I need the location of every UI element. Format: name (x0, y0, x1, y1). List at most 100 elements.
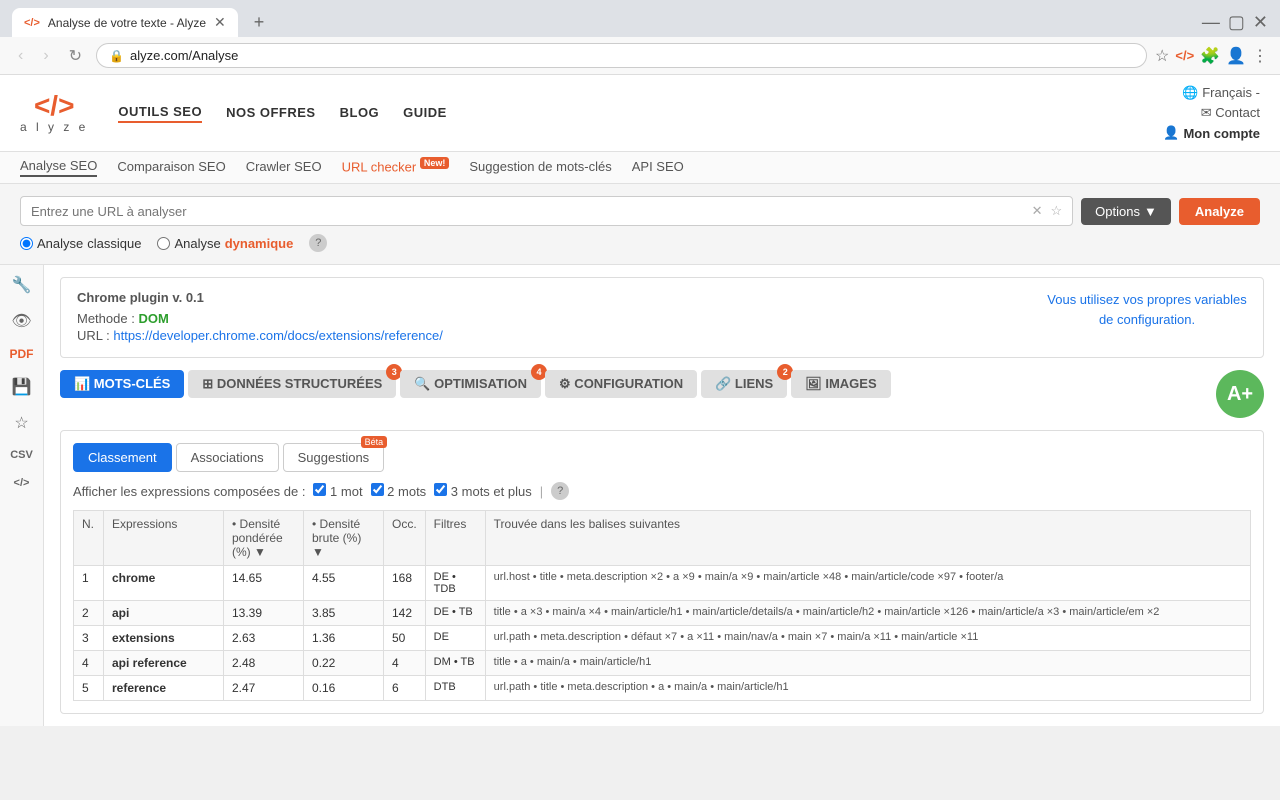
main-navigation: OUTILS SEO NOS OFFRES BLOG GUIDE (118, 104, 446, 123)
checkbox-2-mots[interactable] (371, 483, 384, 496)
bookmark-icon[interactable]: ☆ (1051, 203, 1063, 219)
back-button[interactable]: ‹ (12, 45, 29, 67)
tab-suggestions[interactable]: Suggestions Béta (283, 443, 385, 472)
cell-balises: url.path • title • meta.description • a … (485, 676, 1250, 701)
inner-panel: Classement Associations Suggestions Béta… (60, 430, 1264, 714)
csv-icon[interactable]: CSV (10, 449, 33, 461)
radio-classique-label1: Analyse (37, 236, 83, 251)
help-icon[interactable]: ? (309, 234, 327, 252)
main-tabs-section: 📊 MOTS-CLÉS ⊞ DONNÉES STRUCTURÉES 3 🔍 OP… (60, 370, 1264, 418)
tab-optimisation[interactable]: 🔍 OPTIMISATION 4 (400, 370, 541, 398)
col-header-density-brute[interactable]: • Densité brute (%) ▼ (304, 511, 384, 566)
tab-donnees-structurees[interactable]: ⊞ DONNÉES STRUCTURÉES 3 (188, 370, 396, 398)
save-icon[interactable]: 💾 (12, 377, 32, 397)
cell-expr: reference (104, 676, 224, 701)
maximize-button[interactable]: ▢ (1228, 12, 1245, 33)
gear-icon: ⚙ (559, 376, 571, 391)
forward-button[interactable]: › (37, 45, 54, 67)
nav-item-outils-seo[interactable]: OUTILS SEO (118, 104, 202, 123)
window-controls: — ▢ ✕ (1202, 12, 1268, 33)
logo-text: a l y z e (20, 120, 88, 134)
tab-mots-cles[interactable]: 📊 MOTS-CLÉS (60, 370, 184, 398)
plugin-side-text[interactable]: Vous utilisez vos propres variables de c… (1047, 290, 1247, 345)
col-header-expressions: Expressions (104, 511, 224, 566)
radio-dynamique[interactable]: Analyse dynamique (157, 236, 293, 251)
search-section: ✕ ☆ Options ▼ Analyze Analyse classique … (0, 184, 1280, 265)
analyze-button[interactable]: Analyze (1179, 198, 1260, 225)
code-icon[interactable]: </> (1175, 48, 1194, 63)
cell-filtres: DE • TDB (425, 566, 485, 601)
filter-2-mots[interactable]: 2 mots (371, 483, 427, 499)
browser-toolbar: ‹ › ↻ 🔒 alyze.com/Analyse ☆ </> 🧩 👤 ⋮ (0, 37, 1280, 75)
filter-help-icon[interactable]: ? (551, 482, 569, 500)
cell-density-pond: 2.47 (224, 676, 304, 701)
radio-classique-input[interactable] (20, 237, 33, 250)
nav-item-nos-offres[interactable]: NOS OFFRES (226, 105, 316, 122)
top-navigation: </> a l y z e OUTILS SEO NOS OFFRES BLOG… (0, 75, 1280, 152)
account-link[interactable]: 👤 Mon compte (1163, 125, 1260, 141)
checkbox-1-mot[interactable] (313, 483, 326, 496)
radio-dynamique-label2: dynamique (225, 236, 294, 251)
reload-button[interactable]: ↻ (63, 44, 88, 68)
cell-expr: api reference (104, 651, 224, 676)
minimize-button[interactable]: — (1202, 12, 1220, 33)
cell-filtres: DTB (425, 676, 485, 701)
code-icon[interactable]: </> (14, 477, 30, 489)
contact-link[interactable]: ✉ Contact (1201, 105, 1260, 121)
subnav-url-checker[interactable]: URL checker New! (342, 158, 450, 176)
address-bar[interactable]: 🔒 alyze.com/Analyse (96, 43, 1147, 68)
search-input-wrap[interactable]: ✕ ☆ (20, 196, 1073, 226)
url-text: alyze.com/Analyse (130, 48, 1134, 63)
url-label: URL : (77, 328, 110, 343)
search-input[interactable] (31, 204, 1032, 219)
cell-occ: 4 (384, 651, 426, 676)
method-label: Methode : (77, 311, 135, 326)
filter-prefix: Afficher les expressions composées de : (73, 484, 305, 499)
browser-toolbar-right: ☆ </> 🧩 👤 ⋮ (1155, 46, 1268, 66)
tab-classement[interactable]: Classement (73, 443, 172, 472)
main-content: Chrome plugin v. 0.1 Methode : DOM URL :… (44, 265, 1280, 726)
extensions-icon[interactable]: 🧩 (1200, 46, 1220, 66)
tab-configuration[interactable]: ⚙ CONFIGURATION (545, 370, 697, 398)
tab-close-button[interactable]: ✕ (214, 14, 226, 31)
star-icon[interactable]: ☆ (1155, 46, 1169, 66)
radio-dynamique-input[interactable] (157, 237, 170, 250)
browser-tab[interactable]: </> Analyse de votre texte - Alyze ✕ (12, 8, 238, 37)
inner-tabs: Classement Associations Suggestions Béta (73, 443, 1251, 472)
cell-expr: api (104, 601, 224, 626)
tab-liens[interactable]: 🔗 LIENS 2 (701, 370, 787, 398)
search-icons: ✕ ☆ (1032, 203, 1063, 219)
url-value[interactable]: https://developer.chrome.com/docs/extens… (113, 328, 443, 343)
subnav-crawler-seo[interactable]: Crawler SEO (246, 159, 322, 176)
col-header-density-pond[interactable]: • Densité pondérée (%) ▼ (224, 511, 304, 566)
clear-icon[interactable]: ✕ (1032, 203, 1043, 219)
logo[interactable]: </> a l y z e (20, 92, 88, 134)
language-selector[interactable]: 🌐 Français - (1182, 85, 1260, 101)
eye-icon[interactable]: 👁 (11, 311, 31, 331)
table-row: 4 api reference 2.48 0.22 4 DM • TB titl… (74, 651, 1251, 676)
wrench-icon[interactable]: 🔧 (12, 275, 32, 295)
table-row: 1 chrome 14.65 4.55 168 DE • TDB url.hos… (74, 566, 1251, 601)
table-row: 3 extensions 2.63 1.36 50 DE url.path • … (74, 626, 1251, 651)
radio-classique[interactable]: Analyse classique (20, 236, 141, 251)
filter-1-mot[interactable]: 1 mot (313, 483, 362, 499)
nav-item-blog[interactable]: BLOG (340, 105, 380, 122)
nav-item-guide[interactable]: GUIDE (403, 105, 447, 122)
options-button[interactable]: Options ▼ (1081, 198, 1171, 225)
checkbox-3-mots[interactable] (434, 483, 447, 496)
tab-images[interactable]: 🖼 IMAGES (791, 370, 890, 398)
subnav-comparaison-seo[interactable]: Comparaison SEO (117, 159, 225, 176)
subnav-analyse-seo[interactable]: Analyse SEO (20, 158, 97, 177)
profile-icon[interactable]: 👤 (1226, 46, 1246, 66)
cell-n: 3 (74, 626, 104, 651)
star-icon[interactable]: ☆ (14, 413, 28, 433)
pdf-icon[interactable]: PDF (10, 347, 34, 361)
tab-associations[interactable]: Associations (176, 443, 279, 472)
new-tab-button[interactable]: + (246, 8, 273, 37)
close-button[interactable]: ✕ (1253, 12, 1268, 33)
menu-icon[interactable]: ⋮ (1252, 46, 1268, 66)
subnav-suggestion-mots-cles[interactable]: Suggestion de mots-clés (469, 159, 611, 176)
subnav-api-seo[interactable]: API SEO (632, 159, 684, 176)
radio-row: Analyse classique Analyse dynamique ? (20, 234, 1260, 252)
filter-3-mots[interactable]: 3 mots et plus (434, 483, 532, 499)
